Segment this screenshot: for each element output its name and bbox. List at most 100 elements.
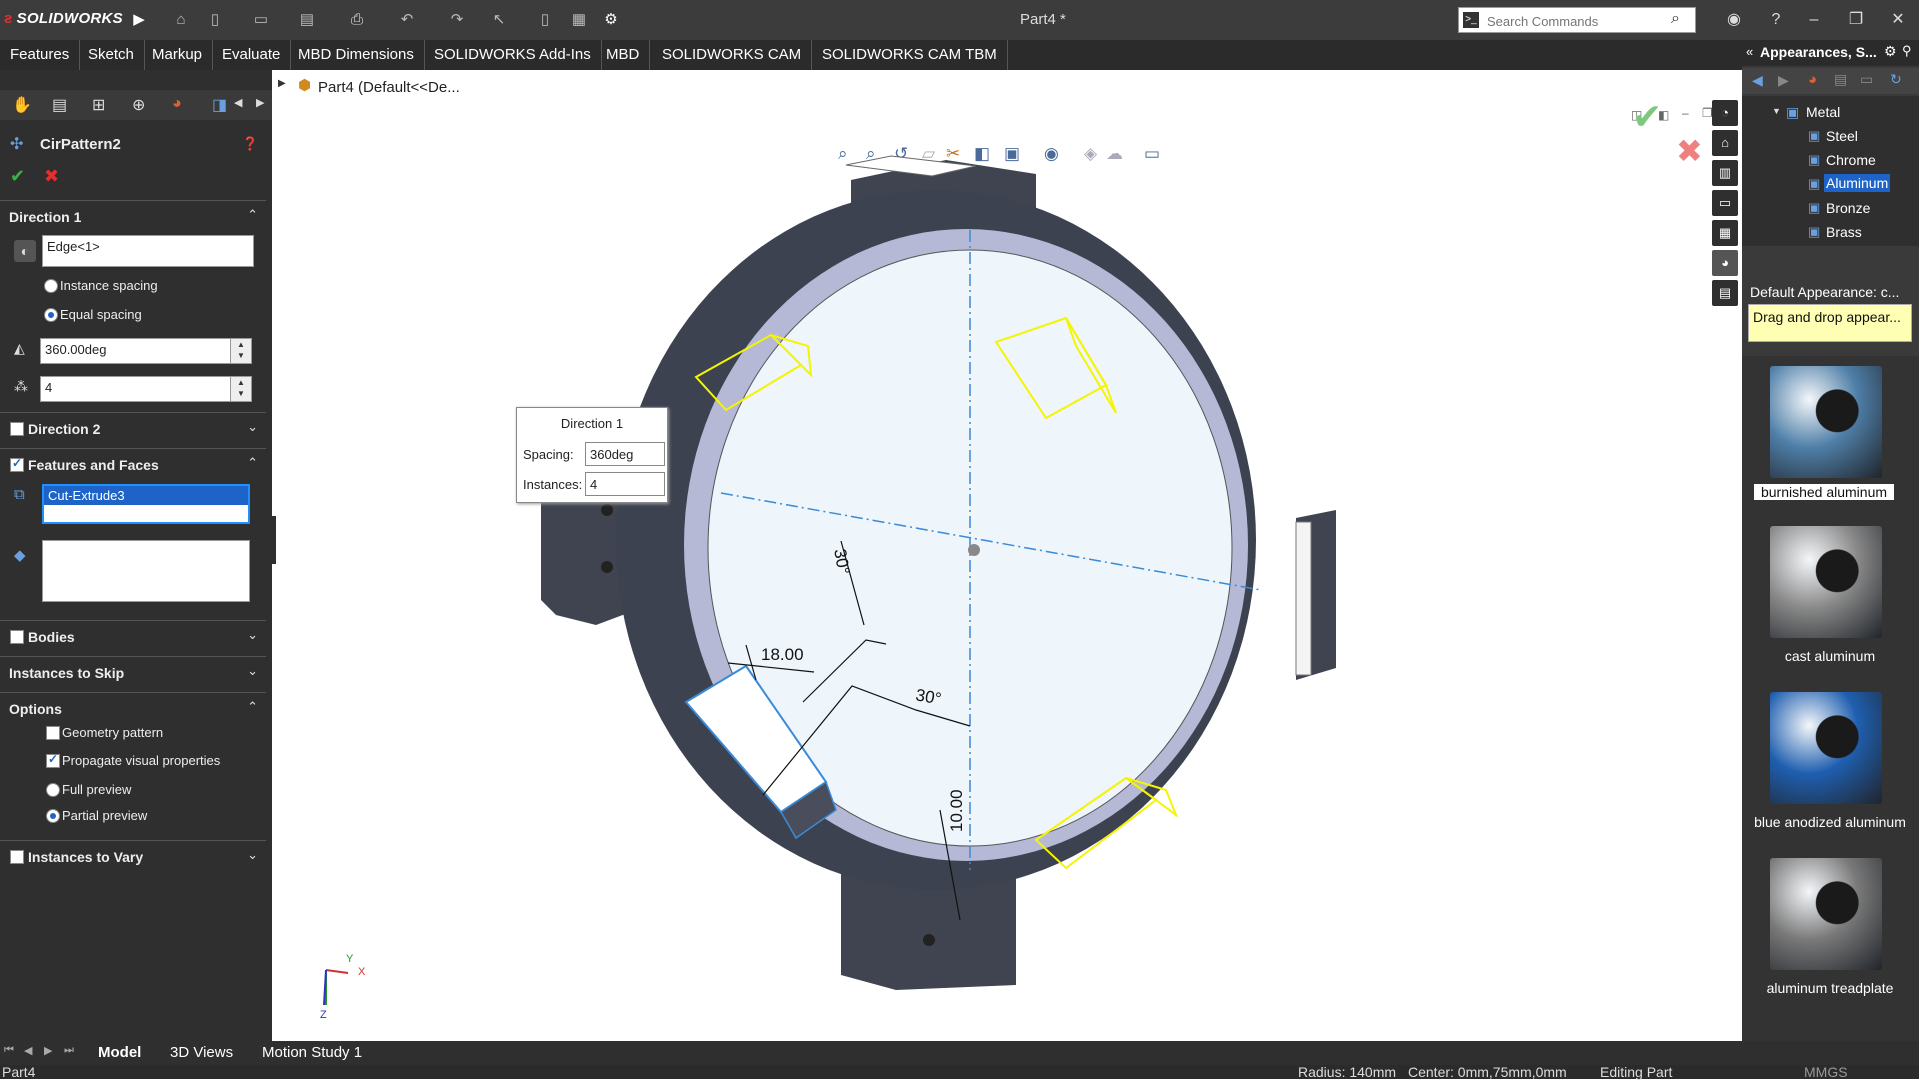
- solidworks-logo[interactable]: ƨ SOLIDWORKS: [4, 10, 123, 27]
- faces-to-pattern-list[interactable]: [42, 540, 250, 602]
- configuration-manager-icon[interactable]: ⊞: [92, 95, 105, 115]
- refresh-icon[interactable]: ↻: [1890, 71, 1902, 88]
- tab-solidworks-addins[interactable]: SOLIDWORKS Add-Ins: [424, 40, 602, 70]
- prev-tab-icon[interactable]: ◀: [24, 1044, 32, 1057]
- appearances-tab-icon[interactable]: ◕: [1712, 250, 1738, 276]
- design-library-icon[interactable]: ▥: [1712, 160, 1738, 186]
- instances-field[interactable]: 4 ▲ ▼: [40, 376, 252, 402]
- scroll-right-icon[interactable]: ▶: [256, 96, 264, 109]
- swatch-aluminum-treadplate[interactable]: [1770, 858, 1882, 970]
- feature-manager-icon[interactable]: ✋: [12, 95, 32, 115]
- tab-markup[interactable]: Markup: [142, 40, 214, 70]
- depth-dimension[interactable]: 10.00: [947, 789, 966, 832]
- help-icon[interactable]: ?: [1762, 8, 1790, 32]
- partial-preview-radio[interactable]: [46, 809, 60, 823]
- tree-item-aluminum[interactable]: Aluminum: [1824, 174, 1891, 192]
- ok-check-icon[interactable]: ✔: [10, 166, 25, 187]
- tree-collapse-icon[interactable]: ▼: [1772, 106, 1781, 116]
- tree-item-chrome[interactable]: Chrome: [1826, 152, 1876, 168]
- chevron-up-icon[interactable]: ⌃: [247, 455, 258, 471]
- equal-spacing-radio[interactable]: [44, 308, 58, 322]
- save-icon[interactable]: ▤: [296, 9, 318, 31]
- save-appearance-icon[interactable]: ▭: [1860, 71, 1873, 88]
- geometry-pattern-checkbox[interactable]: [46, 726, 60, 740]
- section-instances-to-skip[interactable]: Instances to Skip ⌄: [0, 656, 266, 689]
- tab-solidworks-cam-tbm[interactable]: SOLIDWORKS CAM TBM: [812, 40, 1008, 70]
- new-document-icon[interactable]: ▯: [204, 9, 226, 31]
- graphics-area[interactable]: ▶ ⬢ Part4 (Default<<De... ⌕ ⌕ ↺ ▱ ✂ ◧ ▣ …: [276, 70, 1740, 1042]
- select-arrow-icon[interactable]: ↖: [488, 9, 510, 31]
- chevron-up-icon[interactable]: ⌃: [247, 207, 258, 223]
- features-to-pattern-list[interactable]: Cut-Extrude3: [42, 484, 250, 524]
- full-preview-radio[interactable]: [46, 783, 60, 797]
- first-tab-icon[interactable]: ⏮: [4, 1044, 14, 1057]
- direction-2-checkbox[interactable]: [10, 422, 24, 436]
- part-model-view[interactable]: 30° 18.00 30° 10.00 Y X Z: [276, 70, 1740, 1042]
- scroll-left-icon[interactable]: ◀: [234, 96, 242, 109]
- open-folder-icon[interactable]: ▭: [250, 9, 272, 31]
- command-search[interactable]: >_ ⌕: [1458, 7, 1696, 33]
- tab-features[interactable]: Features: [0, 40, 81, 70]
- search-input[interactable]: [1485, 10, 1659, 32]
- callout-spacing-field[interactable]: 360deg: [585, 442, 665, 466]
- file-properties-icon[interactable]: ▦: [568, 9, 590, 31]
- redo-icon[interactable]: ↷: [446, 9, 468, 31]
- chevron-up-icon[interactable]: ⌃: [247, 699, 258, 715]
- collapse-pane-icon[interactable]: «: [1746, 44, 1753, 59]
- solidworks-resources-icon[interactable]: ◔: [1712, 100, 1738, 126]
- dimxpert-icon[interactable]: ⊕: [132, 95, 145, 115]
- tab-model[interactable]: Model: [98, 1044, 141, 1061]
- last-tab-icon[interactable]: ⏭: [64, 1044, 74, 1057]
- features-faces-checkbox[interactable]: [10, 456, 24, 472]
- pane-options-gear-icon[interactable]: ⚙: [1884, 43, 1897, 60]
- angle-spinner[interactable]: ▲ ▼: [230, 339, 251, 363]
- bodies-checkbox[interactable]: [10, 630, 24, 644]
- tree-item-brass[interactable]: Brass: [1826, 224, 1862, 240]
- restore-icon[interactable]: ❐: [1842, 8, 1870, 32]
- width-dimension[interactable]: 18.00: [761, 645, 804, 664]
- chevron-down-icon[interactable]: ⌄: [247, 663, 258, 679]
- section-bodies[interactable]: Bodies ⌄: [0, 620, 266, 653]
- tab-mbd-dimensions[interactable]: MBD Dimensions: [288, 40, 425, 70]
- help-icon[interactable]: ❓: [242, 136, 258, 152]
- pin-icon[interactable]: ⚲: [1902, 43, 1912, 59]
- section-features-and-faces[interactable]: Features and Faces⌃: [0, 448, 266, 481]
- instance-spacing-radio[interactable]: [44, 279, 58, 293]
- property-manager-icon[interactable]: ▤: [52, 95, 67, 115]
- cam-manager-icon[interactable]: ◨: [212, 95, 227, 115]
- chevron-down-icon[interactable]: ⌄: [247, 627, 258, 643]
- file-explorer-icon[interactable]: ▭: [1712, 190, 1738, 216]
- rebuild-icon[interactable]: ▯: [534, 9, 556, 31]
- custom-properties-icon[interactable]: ▤: [1712, 280, 1738, 306]
- section-direction-2[interactable]: Direction 2 ⌄: [0, 412, 266, 445]
- display-manager-icon[interactable]: ◕: [172, 95, 182, 113]
- forward-arrow-icon[interactable]: ▶: [1778, 72, 1789, 89]
- chevron-down-icon[interactable]: ⌄: [247, 419, 258, 435]
- section-options[interactable]: Options ⌃: [0, 692, 266, 725]
- next-tab-icon[interactable]: ▶: [44, 1044, 52, 1057]
- status-units[interactable]: MMGS: [1804, 1065, 1848, 1079]
- print-icon[interactable]: ⎙: [346, 9, 368, 31]
- expand-menu-icon[interactable]: ▶: [128, 9, 150, 31]
- tab-sketch[interactable]: Sketch: [78, 40, 145, 70]
- instances-vary-checkbox[interactable]: [10, 850, 24, 864]
- close-icon[interactable]: ✕: [1884, 8, 1912, 32]
- chevron-down-icon[interactable]: ⌄: [247, 847, 258, 863]
- angle-field[interactable]: 360.00deg ▲ ▼: [40, 338, 252, 364]
- swatch-cast-aluminum[interactable]: [1770, 526, 1882, 638]
- cancel-x-icon[interactable]: ✖: [44, 166, 59, 187]
- tab-3d-views[interactable]: 3D Views: [170, 1044, 233, 1061]
- minimize-icon[interactable]: –: [1800, 8, 1828, 32]
- callout-instances-field[interactable]: 4: [585, 472, 665, 496]
- tab-evaluate[interactable]: Evaluate: [212, 40, 292, 70]
- design-library-home-icon[interactable]: ⌂: [1712, 130, 1738, 156]
- search-icon[interactable]: ⌕: [1671, 10, 1680, 28]
- tree-item-bronze[interactable]: Bronze: [1826, 200, 1870, 216]
- pattern-axis-field[interactable]: Edge<1>: [42, 235, 254, 267]
- swatch-burnished-aluminum[interactable]: [1770, 366, 1882, 478]
- add-folder-icon[interactable]: ▤: [1834, 71, 1847, 88]
- undo-icon[interactable]: ↶: [396, 9, 418, 31]
- user-account-icon[interactable]: ◉: [1720, 8, 1748, 32]
- appearance-sphere-icon[interactable]: ◕: [1808, 71, 1817, 88]
- view-palette-icon[interactable]: ▦: [1712, 220, 1738, 246]
